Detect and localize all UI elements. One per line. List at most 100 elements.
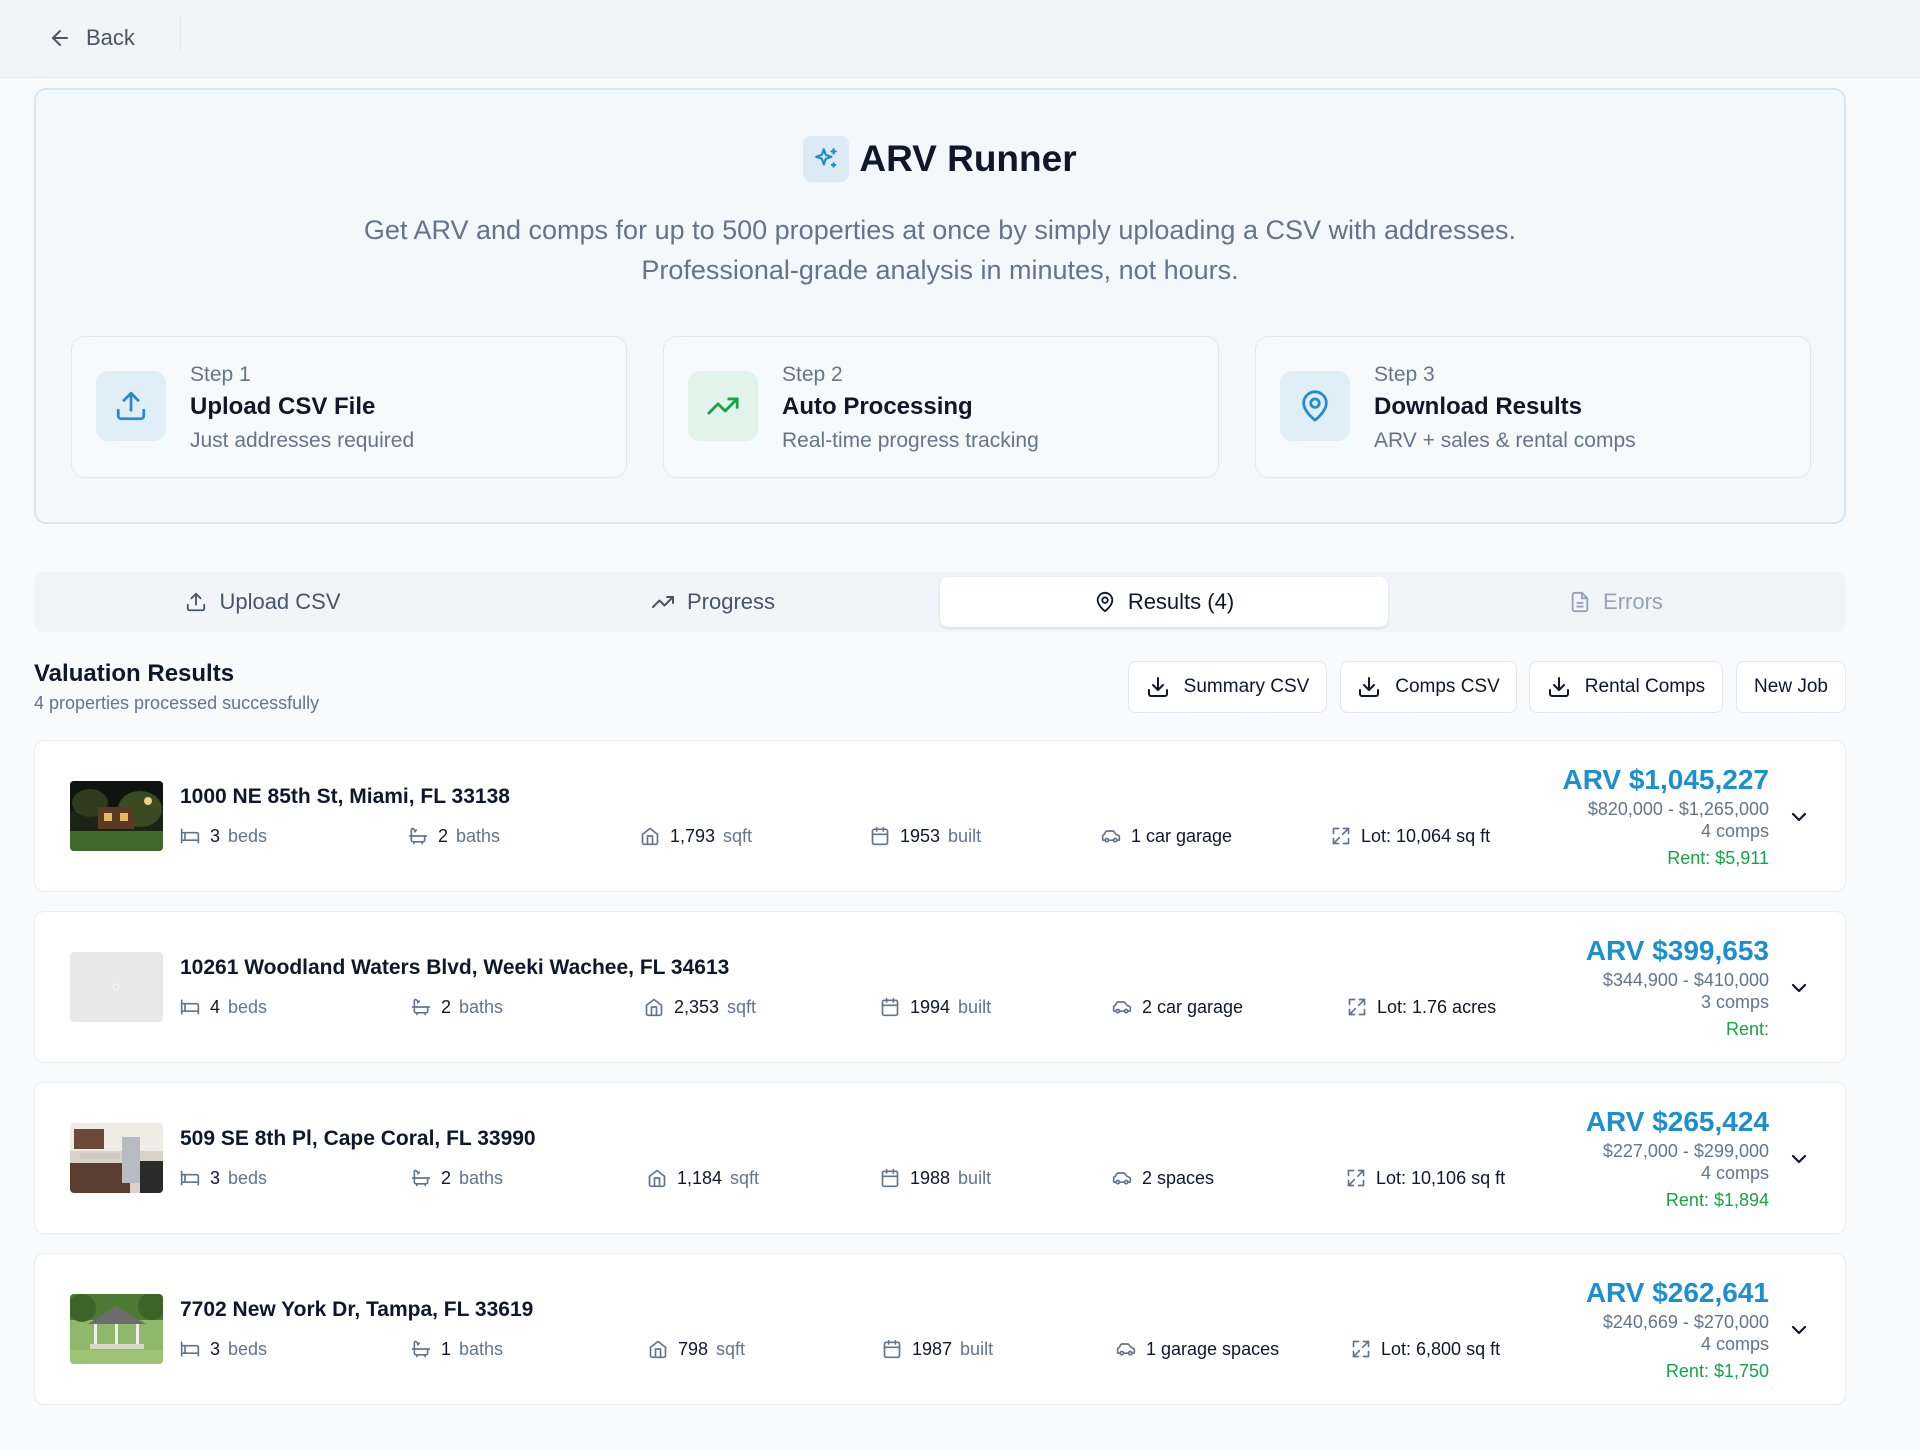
comps-count: 4 comps — [1700, 1163, 1769, 1183]
property-photo — [70, 1294, 163, 1364]
home-icon — [647, 1168, 667, 1188]
tab-progress[interactable]: Progress — [489, 577, 937, 627]
chevron-down-icon[interactable] — [1787, 1147, 1811, 1171]
baths-label: baths — [459, 1167, 504, 1188]
download-icon — [1547, 675, 1571, 699]
garage-attribute: 1 garage spaces — [1116, 1337, 1279, 1361]
page-title: ARV Runner — [859, 138, 1077, 179]
tab-label: Upload CSV — [219, 589, 341, 614]
bed-icon — [180, 997, 200, 1017]
home-icon — [644, 997, 664, 1017]
garage-value: 2 car garage — [1142, 996, 1244, 1017]
property-photo — [70, 952, 163, 1022]
property-address: 1000 NE 85th St, Miami, FL 33138 — [180, 785, 510, 808]
sqft-attribute: 1,184 sqft — [647, 1166, 759, 1190]
results-subtitle: 4 properties processed successfully — [34, 693, 320, 713]
bed-icon — [180, 1339, 200, 1359]
lot-attribute: Lot: 10,106 sq ft — [1346, 1166, 1505, 1190]
car-icon — [1101, 826, 1121, 846]
beds-label: beds — [228, 825, 268, 846]
tab-label: Errors — [1603, 589, 1663, 614]
chevron-down-icon[interactable] — [1787, 1318, 1811, 1342]
year-built-attribute: 1953 built — [870, 824, 981, 848]
property-card[interactable]: 10261 Woodland Waters Blvd, Weeki Wachee… — [34, 911, 1846, 1063]
built-label: built — [958, 996, 992, 1017]
beds-label: beds — [228, 996, 268, 1017]
built-label: built — [958, 1167, 992, 1188]
rental-comps-button[interactable]: Rental Comps — [1529, 661, 1723, 713]
sqft-value: 798 — [678, 1338, 709, 1359]
car-icon — [1116, 1339, 1136, 1359]
property-address: 7702 New York Dr, Tampa, FL 33619 — [180, 1298, 534, 1321]
baths-label: baths — [459, 996, 504, 1017]
chevron-down-icon[interactable] — [1787, 976, 1811, 1000]
lot-attribute: Lot: 1.76 acres — [1347, 995, 1496, 1019]
step-title: Upload CSV File — [190, 393, 376, 420]
rent-estimate: Rent: $5,911 — [1667, 848, 1769, 868]
map-pin-icon — [1280, 371, 1350, 441]
rent-estimate: Rent: — [1725, 1019, 1769, 1039]
tab-errors[interactable]: Errors — [1392, 577, 1840, 627]
calendar-icon — [870, 826, 890, 846]
comps-csv-button[interactable]: Comps CSV — [1340, 661, 1517, 713]
expand-icon — [1331, 826, 1351, 846]
tab-results[interactable]: Results (4) — [940, 577, 1388, 627]
garage-attribute: 2 car garage — [1112, 995, 1243, 1019]
beds-attribute: 3 beds — [180, 1337, 267, 1361]
results-title: Valuation Results — [34, 660, 235, 687]
expand-icon — [1351, 1339, 1371, 1359]
step-subtitle: ARV + sales & rental comps — [1374, 429, 1636, 452]
built-value: 1987 — [912, 1338, 953, 1359]
step-title: Auto Processing — [782, 393, 973, 420]
button-label: New Job — [1754, 676, 1828, 697]
step-subtitle: Just addresses required — [190, 429, 415, 452]
arv-range: $820,000 - $1,265,000 — [1587, 799, 1769, 819]
calendar-icon — [880, 997, 900, 1017]
tab-upload-csv[interactable]: Upload CSV — [39, 577, 487, 627]
beds-value: 4 — [210, 996, 221, 1017]
property-photo — [70, 1123, 163, 1193]
trending-up-icon — [688, 371, 758, 441]
property-card[interactable]: 509 SE 8th Pl, Cape Coral, FL 33990 3 be… — [34, 1082, 1846, 1234]
topbar-divider — [180, 16, 181, 52]
download-icon — [1357, 675, 1381, 699]
built-label: built — [960, 1338, 994, 1359]
baths-value: 2 — [438, 825, 449, 846]
beds-value: 3 — [210, 825, 221, 846]
back-button[interactable]: Back — [48, 18, 135, 58]
valuation-summary: ARV $399,653 $344,900 - $410,000 3 comps… — [1586, 934, 1769, 1044]
beds-value: 3 — [210, 1167, 221, 1188]
calendar-icon — [880, 1168, 900, 1188]
rent-estimate: Rent: $1,894 — [1665, 1190, 1769, 1210]
lot-attribute: Lot: 6,800 sq ft — [1351, 1337, 1500, 1361]
garage-value: 2 spaces — [1142, 1167, 1215, 1188]
arrow-left-icon — [48, 26, 72, 50]
beds-attribute: 3 beds — [180, 1166, 267, 1190]
property-card[interactable]: 1000 NE 85th St, Miami, FL 33138 3 beds … — [34, 740, 1846, 892]
hero-description: Get ARV and comps for up to 500 properti… — [363, 215, 1517, 285]
garage-attribute: 1 car garage — [1101, 824, 1232, 848]
valuation-summary: ARV $1,045,227 $820,000 - $1,265,000 4 c… — [1562, 763, 1769, 873]
calendar-icon — [882, 1339, 902, 1359]
garage-attribute: 2 spaces — [1112, 1166, 1214, 1190]
sqft-attribute: 798 sqft — [648, 1337, 745, 1361]
bath-icon — [411, 997, 431, 1017]
comps-count: 3 comps — [1700, 992, 1769, 1012]
baths-attribute: 1 baths — [411, 1337, 503, 1361]
step-number: Step 1 — [190, 363, 251, 386]
step-number: Step 3 — [1374, 363, 1435, 386]
property-address: 509 SE 8th Pl, Cape Coral, FL 33990 — [180, 1127, 536, 1150]
top-bar: Back — [0, 0, 1920, 78]
baths-label: baths — [456, 825, 501, 846]
built-value: 1953 — [900, 825, 941, 846]
sparkles-icon — [803, 136, 850, 182]
arv-value: ARV $262,641 — [1585, 1277, 1769, 1308]
tab-label: Progress — [686, 589, 776, 614]
chevron-down-icon[interactable] — [1787, 805, 1811, 829]
lot-value: Lot: 10,106 sq ft — [1376, 1167, 1506, 1188]
summary-csv-button[interactable]: Summary CSV — [1128, 661, 1327, 713]
step-title: Download Results — [1374, 393, 1583, 420]
bath-icon — [408, 826, 428, 846]
property-card[interactable]: 7702 New York Dr, Tampa, FL 33619 3 beds… — [34, 1253, 1846, 1405]
new-job-button[interactable]: New Job — [1736, 661, 1846, 713]
